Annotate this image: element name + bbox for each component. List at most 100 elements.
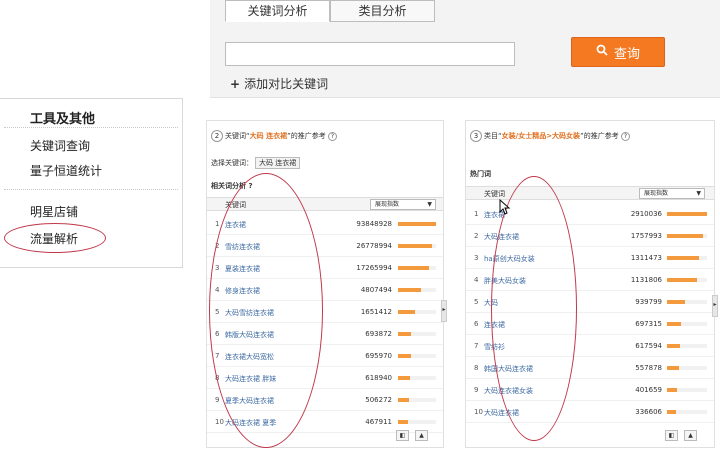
pager-button[interactable]: ▲ <box>684 430 697 441</box>
row-value: 1757993 <box>630 232 662 240</box>
row-bar <box>398 398 436 402</box>
row-value: 1131806 <box>630 276 662 284</box>
row-value: 17265994 <box>356 264 392 272</box>
splitter-handle[interactable]: ▸ <box>712 295 718 317</box>
row-rank: 7 <box>474 342 479 350</box>
row-bar-fill <box>398 376 410 380</box>
tools-item-keyword-query[interactable]: 关键词查询 <box>30 137 90 154</box>
row-rank: 1 <box>474 210 479 218</box>
tab-category-analysis[interactable]: 类目分析 <box>330 0 435 22</box>
row-bar-fill <box>667 256 699 260</box>
panel-header: 3 类目“女装/女士精品>大码女装”的推广参考 ? <box>466 121 714 151</box>
header-suffix: ”的推广参考 <box>580 132 619 140</box>
keyword-chip[interactable]: 大码 连衣裙 <box>255 157 301 169</box>
row-value: 336606 <box>635 408 662 416</box>
plus-icon: + <box>230 77 241 91</box>
search-icon <box>596 44 608 60</box>
divider <box>4 127 178 128</box>
row-value: 618940 <box>365 374 392 382</box>
help-icon[interactable]: ? <box>327 131 337 141</box>
search-button[interactable]: 查询 <box>571 37 665 67</box>
row-bar <box>667 278 707 282</box>
row-bar-fill <box>398 310 415 314</box>
row-bar-fill <box>667 278 697 282</box>
step-number: 3 <box>470 130 482 142</box>
row-bar-fill <box>667 366 679 370</box>
row-bar <box>398 288 436 292</box>
annotation-oval <box>209 173 323 448</box>
metric-select-value: 展现指数 <box>644 190 669 197</box>
tools-title: 工具及其他 <box>30 112 96 127</box>
pager-button[interactable]: ◧ <box>396 430 409 441</box>
header-suffix: ”的推广参考 <box>287 132 326 140</box>
section-title: 热门词 <box>470 170 491 178</box>
row-bar <box>667 366 707 370</box>
row-bar-fill <box>398 398 409 402</box>
row-value: 26778994 <box>356 242 392 250</box>
row-bar <box>667 234 707 238</box>
chevron-down-icon: ▼ <box>696 190 701 197</box>
row-bar <box>398 266 436 270</box>
header-prefix: 类目“ <box>484 132 502 140</box>
row-bar <box>667 256 707 260</box>
row-bar-fill <box>667 388 677 392</box>
row-rank: 6 <box>474 320 479 328</box>
tools-item-stats[interactable]: 量子恒道统计 <box>30 162 102 179</box>
header-keyword: 女装/女士精品>大码女装 <box>501 132 581 140</box>
row-value: 506272 <box>365 396 392 404</box>
tools-item-star-shops[interactable]: 明星店铺 <box>30 203 78 220</box>
metric-select[interactable]: 展现指数 ▼ <box>370 199 436 210</box>
tab-keyword-analysis[interactable]: 关键词分析 <box>225 0 330 22</box>
pager-button[interactable]: ▲ <box>415 430 428 441</box>
row-rank: 10 <box>474 408 483 416</box>
row-bar <box>398 420 436 424</box>
row-bar-fill <box>667 300 685 304</box>
step-number: 2 <box>211 130 223 142</box>
splitter-handle[interactable]: ▸ <box>441 300 447 322</box>
row-value: 4807494 <box>360 286 392 294</box>
row-bar-fill <box>667 234 703 238</box>
row-bar <box>667 344 707 348</box>
row-bar-fill <box>398 420 408 424</box>
divider <box>4 189 178 190</box>
panel-header: 2 关键词“大码 连衣裙”的推广参考 ? <box>207 121 443 151</box>
row-bar <box>667 212 707 216</box>
annotation-ellipse <box>4 223 106 253</box>
row-bar-fill <box>398 354 411 358</box>
tools-panel: 工具及其他 关键词查询 量子恒道统计 明星店铺 流量解析 <box>0 98 183 268</box>
search-button-label: 查询 <box>613 46 640 62</box>
row-bar-fill <box>398 266 429 270</box>
keyword-search-input[interactable] <box>225 42 515 66</box>
row-rank: 2 <box>474 232 479 240</box>
row-bar <box>667 300 707 304</box>
keyword-reference-panel: 2 关键词“大码 连衣裙”的推广参考 ? 选择关键词： 大码 连衣裙 相关词分析 ?… <box>206 120 444 448</box>
row-value: 1651412 <box>360 308 392 316</box>
header-prefix: 关键词“ <box>225 132 250 140</box>
category-reference-panel: 3 类目“女装/女士精品>大码女装”的推广参考 ? 热门词 关键词 展现指数 ▼ 1… <box>465 120 715 448</box>
metric-select-value: 展现指数 <box>375 201 400 208</box>
row-bar <box>667 388 707 392</box>
chevron-down-icon: ▼ <box>427 201 432 208</box>
pager-button[interactable]: ◧ <box>665 430 678 441</box>
help-icon[interactable]: ? <box>620 131 630 141</box>
row-value: 617594 <box>635 342 662 350</box>
row-value: 467911 <box>365 418 392 426</box>
row-value: 1311473 <box>630 254 662 262</box>
row-bar <box>398 222 436 226</box>
row-rank: 1 <box>215 220 220 228</box>
add-compare-keyword-link[interactable]: + 添加对比关键词 <box>230 75 328 92</box>
row-bar <box>398 310 436 314</box>
row-rank: 9 <box>215 396 220 404</box>
metric-select[interactable]: 展现指数 ▼ <box>639 188 705 199</box>
row-rank: 5 <box>474 298 479 306</box>
row-value: 401659 <box>635 386 662 394</box>
row-rank: 10 <box>215 418 224 426</box>
row-bar-fill <box>398 288 421 292</box>
header-keyword: 大码 连衣裙 <box>249 132 288 140</box>
mouse-cursor-icon <box>499 198 511 219</box>
table-row: 10 大码连衣裙 336606 <box>466 401 714 423</box>
row-value: 2910036 <box>630 210 662 218</box>
row-bar-fill <box>667 344 680 348</box>
row-bar <box>667 322 707 326</box>
row-bar <box>398 244 436 248</box>
